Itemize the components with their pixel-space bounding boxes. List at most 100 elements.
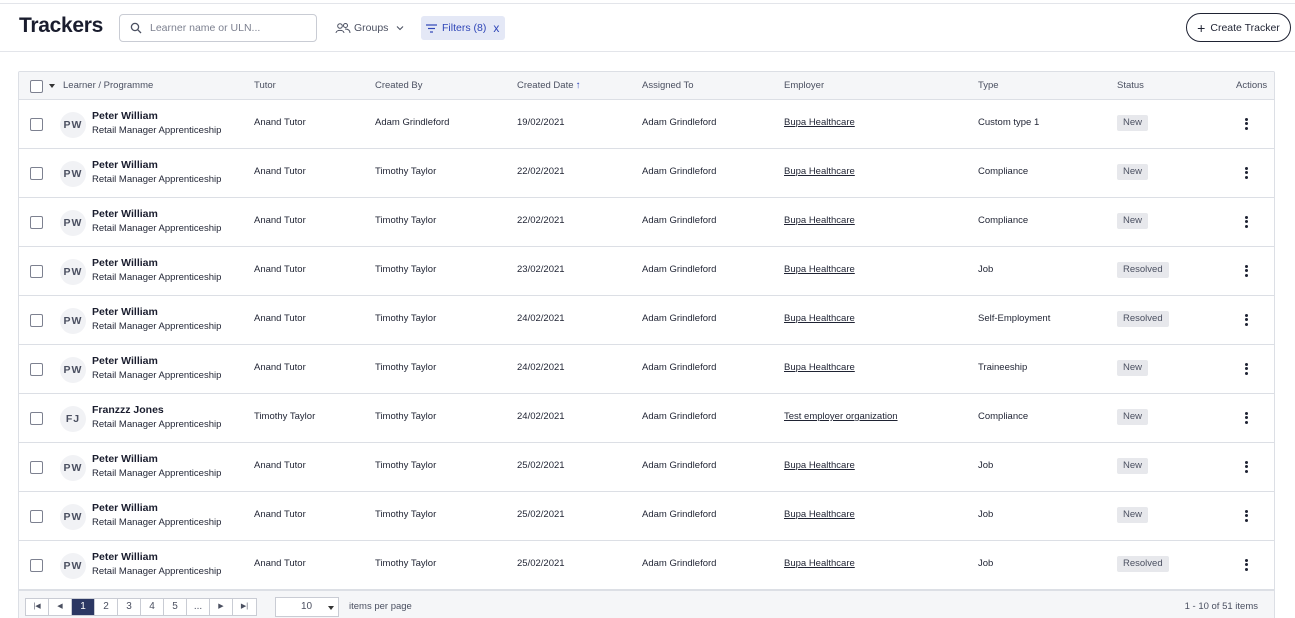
row-checkbox[interactable] [30,510,43,523]
more-actions-icon[interactable] [1241,214,1251,230]
row-checkbox[interactable] [30,412,43,425]
filter-icon [426,23,437,33]
table-row[interactable]: PW Peter William Retail Manager Apprentice… [19,100,1274,149]
search-box[interactable] [119,14,317,42]
trackers-table: Learner / Programme Tutor Created By Cre… [18,71,1275,618]
col-employer[interactable]: Employer [784,72,824,100]
col-created-date[interactable]: Created Date ↑ [517,72,581,100]
more-actions-icon[interactable] [1241,361,1251,377]
first-page-button[interactable]: |◀ [26,599,49,615]
learner-programme: Retail Manager Apprenticeship [92,272,222,283]
status-badge: New [1117,164,1149,180]
type-cell: Job [978,460,994,471]
created-by-cell: Timothy Taylor [375,411,437,422]
table-header: Learner / Programme Tutor Created By Cre… [19,72,1274,100]
clear-filters-icon[interactable]: x [493,21,499,35]
employer-link[interactable]: Test employer organization [784,411,898,422]
more-actions-icon[interactable] [1241,263,1251,279]
page-button[interactable]: 5 [164,599,187,615]
employer-link[interactable]: Bupa Healthcare [784,509,855,520]
table-row[interactable]: FJ Franzzz Jones Retail Manager Apprentice… [19,394,1274,443]
status-badge: New [1117,360,1149,376]
table-row[interactable]: PW Peter William Retail Manager Apprentice… [19,345,1274,394]
col-actions: Actions [1236,80,1268,91]
created-date-cell: 24/02/2021 [517,411,565,422]
row-checkbox[interactable] [30,314,43,327]
more-actions-icon[interactable] [1241,116,1251,132]
table-row[interactable]: PW Peter William Retail Manager Apprentice… [19,443,1274,492]
avatar: FJ [60,406,86,432]
created-by-cell: Timothy Taylor [375,558,437,569]
type-cell: Self-Employment [978,313,1051,324]
tutor-cell: Anand Tutor [254,460,306,471]
row-checkbox[interactable] [30,461,43,474]
items-per-page-label: items per page [349,601,412,612]
page-size-select[interactable]: 10 [275,597,339,617]
next-page-button[interactable]: ▶ [210,599,233,615]
employer-link[interactable]: Bupa Healthcare [784,460,855,471]
col-created-by[interactable]: Created By [375,72,423,100]
table-row[interactable]: PW Peter William Retail Manager Apprentice… [19,247,1274,296]
assigned-to-cell: Adam Grindleford [642,313,717,324]
learner-programme: Retail Manager Apprenticeship [92,566,222,577]
select-menu-caret-icon[interactable] [49,84,55,88]
employer-link[interactable]: Bupa Healthcare [784,313,855,324]
avatar: PW [60,259,86,285]
items-range-label: 1 - 10 of 51 items [1184,601,1258,612]
last-page-button[interactable]: ▶| [233,599,256,615]
table-row[interactable]: PW Peter William Retail Manager Apprentice… [19,296,1274,345]
row-checkbox[interactable] [30,363,43,376]
row-checkbox[interactable] [30,265,43,278]
table-row[interactable]: PW Peter William Retail Manager Apprentice… [19,149,1274,198]
chevron-down-icon [397,26,404,31]
created-date-cell: 24/02/2021 [517,362,565,373]
filters-label: Filters (8) [442,22,487,34]
table-row[interactable]: PW Peter William Retail Manager Apprentice… [19,198,1274,247]
employer-link[interactable]: Bupa Healthcare [784,264,855,275]
employer-link[interactable]: Bupa Healthcare [784,117,855,128]
more-actions-icon[interactable] [1241,557,1251,573]
row-checkbox[interactable] [30,559,43,572]
learner-name: Peter William [92,159,158,171]
avatar: PW [60,112,86,138]
col-status[interactable]: Status [1117,72,1144,100]
avatar: PW [60,553,86,579]
employer-link[interactable]: Bupa Healthcare [784,362,855,373]
filters-chip[interactable]: Filters (8) x [421,16,505,40]
more-actions-icon[interactable] [1241,459,1251,475]
tutor-cell: Anand Tutor [254,264,306,275]
groups-label: Groups [354,22,389,34]
page-button[interactable]: 3 [118,599,141,615]
employer-link[interactable]: Bupa Healthcare [784,558,855,569]
row-checkbox[interactable] [30,118,43,131]
row-checkbox[interactable] [30,216,43,229]
prev-page-button[interactable]: ◀ [49,599,72,615]
table-row[interactable]: PW Peter William Retail Manager Apprentice… [19,541,1274,590]
page-button[interactable]: 1 [72,599,95,615]
row-checkbox[interactable] [30,167,43,180]
page-button[interactable]: 2 [95,599,118,615]
page-button[interactable]: 4 [141,599,164,615]
more-actions-icon[interactable] [1241,312,1251,328]
create-tracker-button[interactable]: + Create Tracker [1186,13,1291,42]
col-tutor[interactable]: Tutor [254,72,276,100]
col-type[interactable]: Type [978,72,999,100]
groups-dropdown[interactable]: Groups [335,18,404,38]
created-by-cell: Timothy Taylor [375,509,437,520]
learner-programme: Retail Manager Apprenticeship [92,370,222,381]
more-actions-icon[interactable] [1241,508,1251,524]
col-learner[interactable]: Learner / Programme [63,72,153,100]
plus-icon: + [1197,19,1206,36]
more-actions-icon[interactable] [1241,410,1251,426]
page-size-value: 10 [301,601,313,612]
more-pages-button[interactable]: ... [187,599,210,615]
employer-link[interactable]: Bupa Healthcare [784,166,855,177]
employer-link[interactable]: Bupa Healthcare [784,215,855,226]
page-header: Trackers Groups Filters (8) x + Create T [0,4,1295,52]
search-input[interactable] [150,22,310,34]
more-actions-icon[interactable] [1241,165,1251,181]
col-assigned-to[interactable]: Assigned To [642,72,694,100]
select-all-checkbox[interactable] [30,80,43,93]
created-date-cell: 25/02/2021 [517,460,565,471]
table-row[interactable]: PW Peter William Retail Manager Apprentice… [19,492,1274,541]
